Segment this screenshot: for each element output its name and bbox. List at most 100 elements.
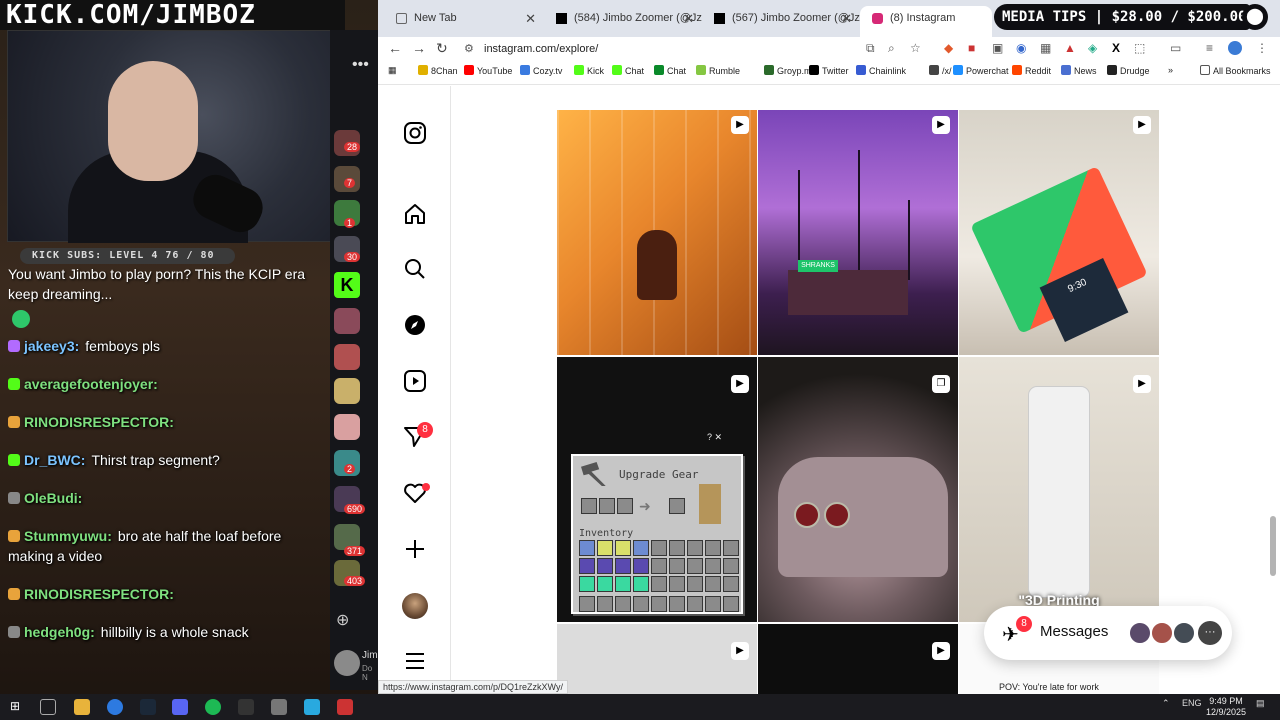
file-explorer-icon[interactable] <box>74 699 90 715</box>
reels-icon[interactable] <box>402 369 428 395</box>
app-icon[interactable] <box>238 699 254 715</box>
page-scrollbar[interactable] <box>1268 86 1278 686</box>
chat-username[interactable]: RINODISRESPECTOR: <box>24 414 174 430</box>
chat-username[interactable]: Stummyuwu: <box>24 528 112 544</box>
bookmark-item[interactable]: Rumble <box>696 65 740 76</box>
bookmark-item[interactable]: /x/ <box>929 65 952 76</box>
extension-icon[interactable]: ◆ <box>944 41 953 55</box>
chat-username[interactable]: jakeey3: <box>24 338 79 354</box>
cast-icon[interactable]: ▭ <box>1170 41 1181 55</box>
chevron-more-icon[interactable]: » <box>1168 65 1173 75</box>
explore-post[interactable]: SHRANKS ▶ <box>758 110 958 355</box>
extension-icon[interactable]: ▣ <box>992 41 1003 55</box>
bookmark-item[interactable]: Chainlink <box>856 65 906 76</box>
explore-post[interactable]: ▶ <box>758 624 958 694</box>
bookmark-item[interactable]: Powerchat <box>953 65 1009 76</box>
x-extension-icon[interactable]: X <box>1112 41 1120 55</box>
bookmark-item[interactable]: 8Chan <box>418 65 458 76</box>
browser-menu-icon[interactable]: ⋮ <box>1256 41 1268 55</box>
apps-grid-icon[interactable]: ▦ <box>388 65 397 76</box>
steam-icon[interactable] <box>140 699 156 715</box>
more-menu-icon[interactable] <box>402 649 428 675</box>
address-toolbar: ← → ↻ ⚙ instagram.com/explore/ ⧉ ⌕ ☆ ◆ ■… <box>378 37 1280 61</box>
close-tab-icon[interactable]: ✕ <box>525 6 536 31</box>
tray-chevron-icon[interactable]: ⌃ <box>1162 698 1170 709</box>
spotify-icon[interactable] <box>205 699 221 715</box>
channel-avatar[interactable] <box>334 308 360 334</box>
chat-username[interactable]: hedgeh0g: <box>24 624 95 640</box>
kick-logo-icon[interactable]: K <box>334 272 360 298</box>
chrome-icon[interactable] <box>107 699 123 715</box>
chat-username[interactable]: Dr_BWC: <box>24 452 85 468</box>
explore-compass-icon[interactable] <box>402 313 428 339</box>
app-icon[interactable] <box>271 699 287 715</box>
channel-avatar[interactable] <box>334 378 360 404</box>
explore-post[interactable]: ❐ <box>758 357 958 622</box>
explore-post[interactable]: ▶ <box>557 624 757 694</box>
chat-username[interactable]: RINODISRESPECTOR: <box>24 586 174 602</box>
profile-avatar[interactable] <box>1228 41 1242 55</box>
create-plus-icon[interactable] <box>402 537 428 563</box>
messages-pill[interactable]: ✈ 8 Messages ··· <box>984 606 1232 660</box>
site-info-icon[interactable]: ⚙ <box>464 38 474 60</box>
search-icon[interactable] <box>402 257 428 283</box>
tab-x-2[interactable]: (567) Jimbo Zoomer (@JzeView) / X ✕ <box>702 6 860 37</box>
close-tab-icon[interactable]: ✕ <box>841 6 852 31</box>
kick-side-strip: ••• 28 7 1 30 K 2 690 371 403 ⊕ Jim Do N <box>330 30 378 690</box>
browser-window: New Tab ✕ (584) Jimbo Zoomer (@JzeView) … <box>378 0 1280 694</box>
bookmark-item[interactable]: Twitter <box>809 65 849 76</box>
explore-post[interactable]: 9:30 ▶ <box>959 110 1159 355</box>
close-tab-icon[interactable]: ✕ <box>683 6 694 31</box>
bookmark-item[interactable]: Chat <box>612 65 644 76</box>
start-windows-icon[interactable]: ⊞ <box>10 699 26 715</box>
discord-icon[interactable] <box>172 699 188 715</box>
extensions-puzzle-icon[interactable]: ⬚ <box>1134 41 1145 55</box>
home-icon[interactable] <box>402 202 428 228</box>
tab-x-1[interactable]: (584) Jimbo Zoomer (@JzeView) / X ✕ <box>544 6 702 37</box>
bookmark-item[interactable]: Kick <box>574 65 604 76</box>
zoom-icon[interactable]: ⌕ <box>888 41 895 56</box>
telegram-icon[interactable] <box>304 699 320 715</box>
bookmark-item[interactable]: YouTube <box>464 65 512 76</box>
app-icon[interactable] <box>337 699 353 715</box>
explore-post[interactable]: "3D Printing ▶ <box>959 357 1159 622</box>
explore-post[interactable]: ▶ ? ✕ Upgrade Gear ➜ Inventory <box>557 357 757 622</box>
explore-post[interactable]: ▶ <box>557 110 757 355</box>
count-badge: 30 <box>344 252 361 262</box>
channel-avatar[interactable] <box>334 650 360 676</box>
extension-icon[interactable]: ■ <box>968 41 975 55</box>
reading-list-icon[interactable]: ≡ <box>1206 41 1213 55</box>
system-clock[interactable]: 9:49 PM 12/9/2025 <box>1206 696 1246 718</box>
profile-avatar[interactable] <box>402 593 428 619</box>
notification-center-icon[interactable]: ▤ <box>1256 698 1265 709</box>
all-bookmarks[interactable]: All Bookmarks <box>1200 65 1271 76</box>
forward-icon[interactable]: → <box>412 40 426 56</box>
bookmark-item[interactable]: News <box>1061 65 1097 76</box>
extension-icon[interactable]: ▲ <box>1064 41 1076 55</box>
chat-message: RINODISRESPECTOR: <box>8 584 322 604</box>
extension-icon[interactable]: ◈ <box>1088 41 1097 55</box>
bookmark-item[interactable]: Cozy.tv <box>520 65 562 76</box>
chat-username[interactable]: averagefootenjoyer: <box>24 376 158 392</box>
reload-icon[interactable]: ↻ <box>436 40 448 57</box>
extension-icon[interactable]: ▦ <box>1040 41 1051 55</box>
address-bar[interactable]: ⚙ instagram.com/explore/ <box>460 38 930 60</box>
bookmark-item[interactable]: Chat <box>654 65 686 76</box>
instagram-logo-icon[interactable] <box>402 121 428 147</box>
scrollbar-thumb[interactable] <box>1270 516 1276 576</box>
channel-avatar[interactable] <box>334 414 360 440</box>
bookmark-item[interactable]: Drudge <box>1107 65 1150 76</box>
chat-username[interactable]: OleBudi: <box>24 490 82 506</box>
back-icon[interactable]: ← <box>388 40 402 56</box>
language-indicator[interactable]: ENG <box>1182 698 1202 708</box>
add-icon[interactable]: ⊕ <box>336 610 349 630</box>
bookmark-item[interactable]: Reddit <box>1012 65 1051 76</box>
bookmark-star-icon[interactable]: ☆ <box>910 41 921 55</box>
tab-instagram[interactable]: (8) Instagram <box>860 6 992 37</box>
more-dots-icon[interactable]: ••• <box>352 56 369 74</box>
channel-avatar[interactable] <box>334 344 360 370</box>
extension-icon[interactable]: ◉ <box>1016 41 1026 55</box>
task-view-icon[interactable] <box>40 699 56 715</box>
tab-new-tab[interactable]: New Tab ✕ <box>384 6 544 37</box>
install-app-icon[interactable]: ⧉ <box>866 41 875 56</box>
